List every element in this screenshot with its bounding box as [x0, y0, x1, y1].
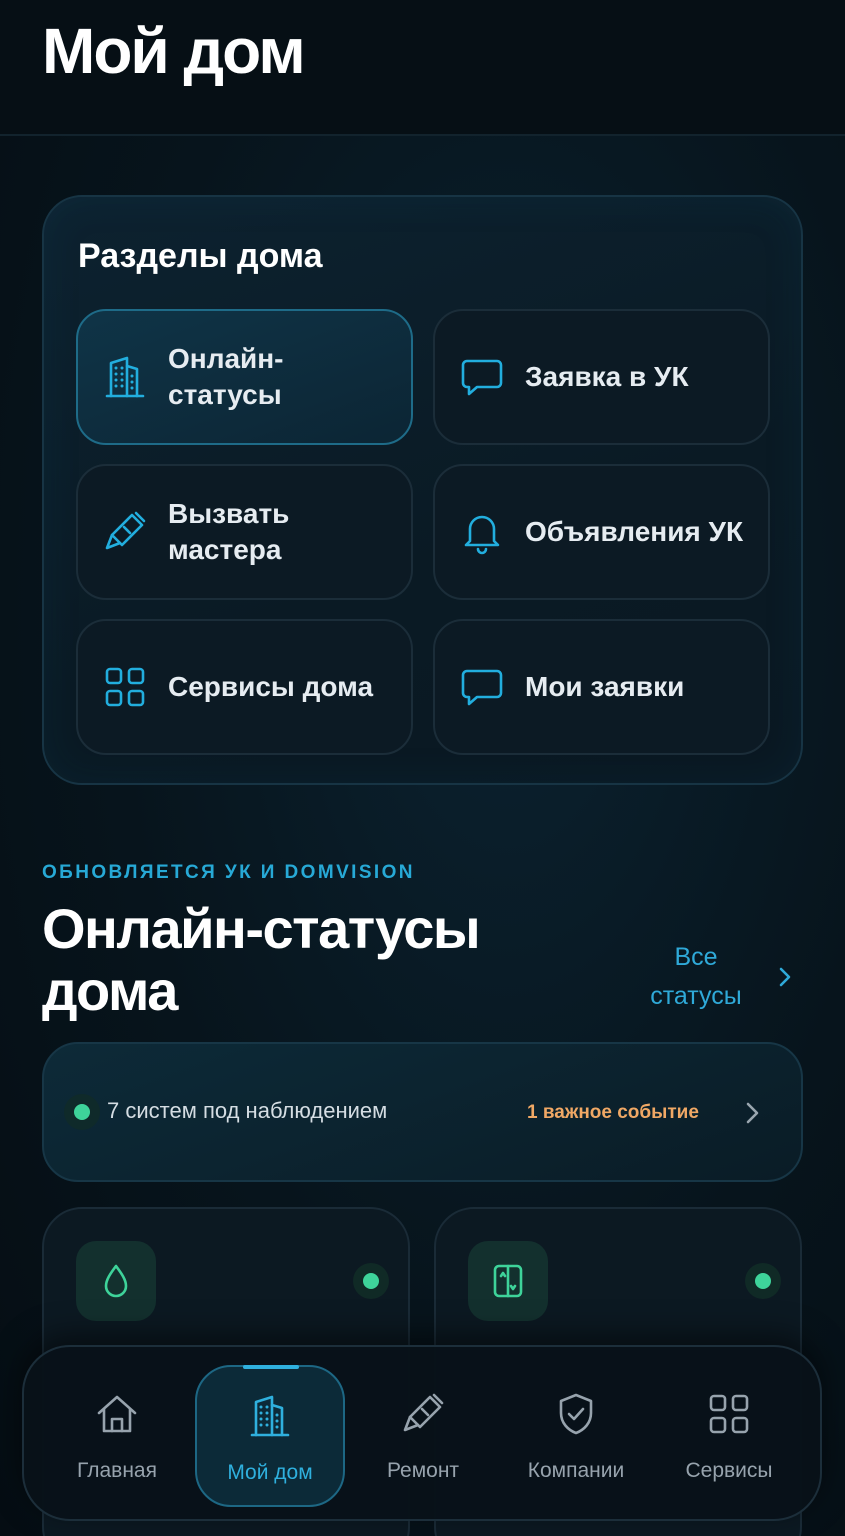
tile-label: Заявка в УК	[525, 361, 689, 392]
system-icon-box	[468, 1241, 548, 1321]
tile-label: Вызвать мастера	[168, 498, 290, 565]
nav-repair[interactable]: Ремонт	[348, 1365, 498, 1507]
tile-uk-announcements[interactable]: Объявления УК	[433, 464, 770, 600]
bottom-navigation: Главная Мой дом Ремонт Компании Сервисы	[22, 1345, 822, 1521]
nav-services[interactable]: Сервисы	[654, 1365, 804, 1507]
page-title: Мой дом	[42, 15, 306, 87]
system-icon-box	[76, 1241, 156, 1321]
tile-my-requests[interactable]: Мои заявки	[433, 619, 770, 755]
building-icon	[250, 1395, 290, 1437]
tile-label: Онлайн-статусы	[168, 343, 284, 410]
all-statuses-link[interactable]: Все статусы	[636, 938, 756, 1016]
nav-home[interactable]: Главная	[42, 1365, 192, 1507]
nav-label: Сервисы	[685, 1459, 773, 1482]
wrench-icon	[403, 1393, 444, 1432]
tile-label: Сервисы дома	[168, 671, 374, 702]
app-header: Мой дом	[0, 0, 845, 136]
building-icon	[105, 356, 145, 398]
nav-label: Мой дом	[227, 1461, 313, 1484]
tile-house-services[interactable]: Сервисы дома	[76, 619, 413, 755]
tile-online-statuses[interactable]: Онлайн-статусы	[76, 309, 413, 445]
tile-request-to-uk[interactable]: Заявка в УК	[433, 309, 770, 445]
systems-count-text: 7 систем под наблюдением	[107, 1098, 388, 1123]
bell-icon	[464, 515, 500, 555]
statuses-title: Онлайн-статусы дома	[42, 897, 481, 1022]
nav-label: Главная	[77, 1459, 157, 1482]
chat-bubble-icon	[461, 669, 503, 706]
grid-icon	[105, 667, 145, 707]
elevator-icon	[493, 1264, 523, 1298]
important-event-badge: 1 важное событие	[527, 1102, 699, 1123]
status-indicator	[64, 1094, 100, 1130]
status-indicator	[745, 1263, 781, 1299]
wrench-icon	[105, 511, 146, 550]
statuses-kicker: ОБНОВЛЯЕТСЯ УК И DOMVISION	[42, 862, 415, 883]
tile-label: Объявления УК	[525, 516, 744, 547]
monitoring-summary[interactable]: 7 систем под наблюдением 1 важное событи…	[42, 1042, 803, 1182]
home-icon	[97, 1395, 137, 1433]
shield-check-icon	[559, 1393, 593, 1435]
house-sections-card: Разделы дома Онлайн-статусы Заявка в УК …	[42, 195, 803, 785]
chat-bubble-icon	[461, 359, 503, 396]
water-drop-icon	[104, 1264, 128, 1298]
nav-companies[interactable]: Компании	[501, 1365, 651, 1507]
grid-icon	[709, 1394, 749, 1434]
sections-title: Разделы дома	[78, 237, 323, 275]
chevron-right-icon	[746, 1102, 759, 1124]
nav-my-home[interactable]: Мой дом	[195, 1365, 345, 1507]
tile-label: Мои заявки	[525, 671, 685, 702]
active-indicator	[243, 1365, 299, 1369]
tile-call-master[interactable]: Вызвать мастера	[76, 464, 413, 600]
nav-label: Ремонт	[386, 1459, 460, 1482]
status-indicator	[353, 1263, 389, 1299]
nav-label: Компании	[527, 1459, 625, 1482]
chevron-right-icon[interactable]	[772, 962, 798, 992]
